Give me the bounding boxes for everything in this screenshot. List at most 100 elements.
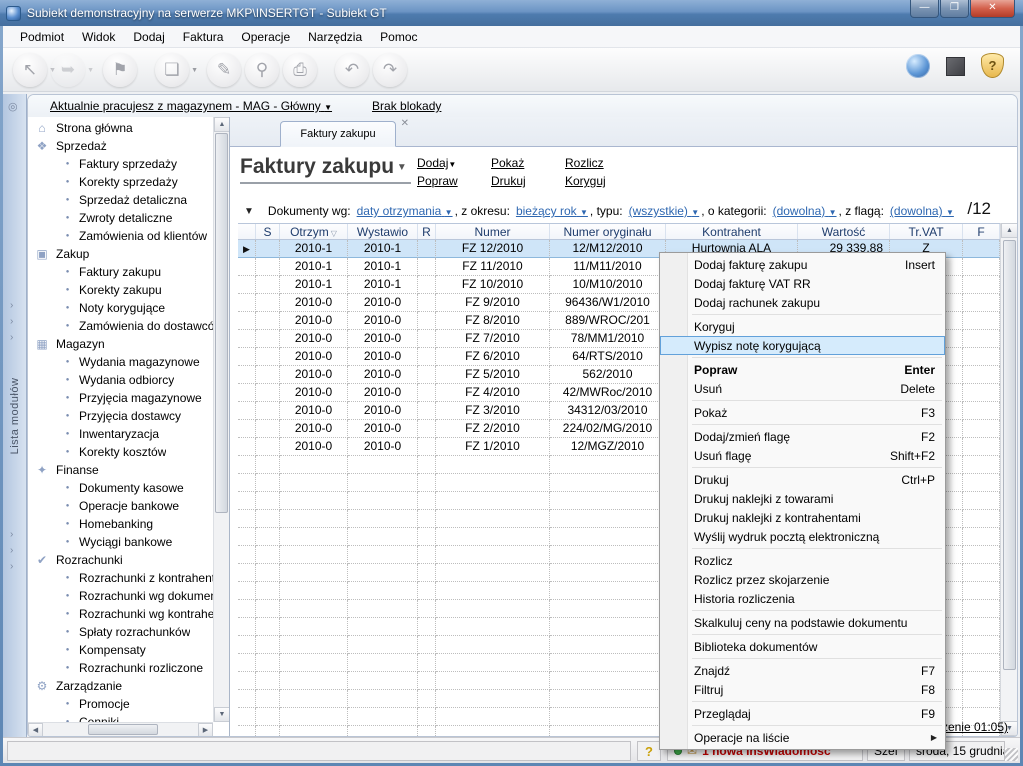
menubar-item[interactable]: Podmiot (11, 27, 73, 47)
sidebar-horizontal-scrollbar[interactable]: ◀ ▶ (28, 722, 213, 736)
context-menu-item[interactable]: Wypisz notę korygującą ▶ (660, 336, 945, 355)
menubar-item[interactable]: Operacje (232, 27, 299, 47)
sidebar-item[interactable]: ● Promocje (28, 695, 213, 713)
context-menu-item[interactable]: Usuń flagę Shift+F2 ▶ (660, 446, 945, 465)
sidebar-item[interactable]: ● Faktury sprzedaży (28, 155, 213, 173)
column-header-r[interactable]: R (418, 224, 436, 239)
sidebar-item[interactable]: ● Operacje bankowe (28, 497, 213, 515)
menubar-item[interactable]: Widok (73, 27, 124, 47)
context-menu-item[interactable]: Dodaj rachunek zakupu ▶ (660, 293, 945, 312)
new-document-icon[interactable]: ❏ ▼ (155, 53, 189, 87)
context-menu-item[interactable]: Popraw Enter ▶ (660, 360, 945, 379)
context-menu-item[interactable]: Historia rozliczenia ▶ (660, 589, 945, 608)
sidebar-item[interactable]: ⌂ Strona główna (28, 119, 213, 137)
sidebar-item[interactable]: ● Homebanking (28, 515, 213, 533)
flag-icon[interactable]: ⚑ ▼ (103, 53, 137, 87)
column-header-f[interactable]: F (963, 224, 1000, 239)
column-header-marker[interactable] (238, 224, 256, 239)
context-menu-item[interactable]: Wyślij wydruk pocztą elektroniczną ▶ (660, 527, 945, 546)
sidebar-item[interactable]: ● Korekty zakupu (28, 281, 213, 299)
sidebar-item[interactable]: ● Zamówienia od klientów (28, 227, 213, 245)
redo-arrow-icon[interactable]: ↷ ▼ (373, 53, 407, 87)
sidebar-item[interactable]: ● Wydania odbiorcy (28, 371, 213, 389)
action-link[interactable]: Drukuj ▼ (491, 174, 565, 192)
action-link[interactable]: Rozlicz ▼ (565, 156, 639, 174)
menubar-item[interactable]: Dodaj (124, 27, 173, 47)
table-vertical-scrollbar[interactable]: ▲ ▼ (1000, 223, 1017, 736)
column-header-otrzym[interactable]: Otrzym▽ (280, 224, 348, 239)
column-header-s[interactable]: S (256, 224, 280, 239)
tab-close-icon[interactable]: ✕ (401, 118, 409, 129)
context-menu-item[interactable]: Znajdź F7 ▶ (660, 661, 945, 680)
tab-faktury-zakupu[interactable]: Faktury zakupu ✕ (280, 121, 396, 147)
refresh-timer-link[interactable]: żenie 01:05) (942, 720, 1008, 734)
sidebar-item[interactable]: ● Korekty kosztów (28, 443, 213, 461)
column-header-wystawio[interactable]: Wystawio (348, 224, 418, 239)
context-menu-item[interactable]: Przeglądaj F9 ▶ (660, 704, 945, 723)
print-icon[interactable]: ⎙ ▼ (283, 53, 317, 87)
sidebar-item[interactable]: ● Noty korygujące (28, 299, 213, 317)
menubar-item[interactable]: Faktura (174, 27, 233, 47)
context-menu-item[interactable]: Drukuj Ctrl+P ▶ (660, 470, 945, 489)
column-header-kontrahent[interactable]: Kontrahent (666, 224, 798, 239)
sidebar-item[interactable]: ▣ Zakup (28, 245, 213, 263)
sidebar-item[interactable]: ● Kompensaty (28, 641, 213, 659)
action-link[interactable]: Pokaż ▼ (491, 156, 565, 174)
action-link[interactable]: Dodaj ▼ (417, 156, 491, 174)
scroll-right-icon[interactable]: ▶ (198, 723, 213, 736)
scroll-up-icon[interactable]: ▲ (1001, 223, 1017, 238)
help-button[interactable]: ? (637, 741, 661, 761)
scrollbar-thumb[interactable] (215, 133, 228, 513)
context-menu-item[interactable]: Dodaj fakturę VAT RR ▶ (660, 274, 945, 293)
context-menu-item[interactable]: Usuń Delete ▶ (660, 379, 945, 398)
sidebar-item[interactable]: ● Przyjęcia magazynowe (28, 389, 213, 407)
context-menu-item[interactable]: Drukuj naklejki z towarami ▶ (660, 489, 945, 508)
sidebar-item[interactable]: ❖ Sprzedaż (28, 137, 213, 155)
filter-caret-icon[interactable]: ▼ (244, 206, 254, 217)
scroll-left-icon[interactable]: ◀ (28, 723, 43, 736)
dropdown-caret-icon[interactable]: ▼ (191, 67, 198, 74)
sidebar-item[interactable]: ● Cenniki (28, 713, 213, 722)
forward-arrow-icon[interactable]: ➥ ▼ (51, 53, 85, 87)
package-cube-icon[interactable] (946, 57, 965, 76)
sidebar-item[interactable]: ● Zwroty detaliczne (28, 209, 213, 227)
context-menu-item[interactable]: Pokaż F3 ▶ (660, 403, 945, 422)
page-title[interactable]: Faktury zakupu ▼ (240, 155, 411, 184)
sidebar-item[interactable]: ● Rozrachunki wg dokumen (28, 587, 213, 605)
context-menu-item[interactable]: Filtruj F8 ▶ (660, 680, 945, 699)
title-bar[interactable]: Subiekt demonstracyjny na serwerze MKP\I… (0, 0, 1023, 26)
action-link[interactable]: Popraw ▼ (417, 174, 491, 192)
context-menu-item[interactable]: Biblioteka dokumentów ▶ (660, 637, 945, 656)
minimize-button[interactable]: — (910, 0, 939, 18)
sidebar-item[interactable]: ● Przyjęcia dostawcy (28, 407, 213, 425)
warehouse-link[interactable]: Aktualnie pracujesz z magazynem - MAG - … (50, 99, 332, 113)
sidebar-item[interactable]: ● Wyciągi bankowe (28, 533, 213, 551)
filter-flag-link[interactable]: (dowolna) ▼ (890, 204, 954, 218)
maximize-button[interactable]: ❐ (940, 0, 969, 18)
help-shield-icon[interactable]: ? (981, 53, 1004, 78)
pointer-arrow-icon[interactable]: ↖ ▼ (13, 53, 47, 87)
sidebar-item[interactable]: ● Inwentaryzacja (28, 425, 213, 443)
menubar-item[interactable]: Narzędzia (299, 27, 371, 47)
sidebar-item[interactable]: ● Rozrachunki wg kontraher (28, 605, 213, 623)
context-menu-item[interactable]: Dodaj/zmień flagę F2 ▶ (660, 427, 945, 446)
sidebar-item[interactable]: ● Korekty sprzedaży (28, 173, 213, 191)
preview-document-icon[interactable]: ⚲ ▼ (245, 53, 279, 87)
module-strip[interactable]: ◎ › › › Lista modułów › › › (3, 94, 27, 737)
pushpin-icon[interactable]: ◎ (8, 100, 18, 113)
filter-period-link[interactable]: bieżący rok ▼ (516, 204, 588, 218)
action-link[interactable]: Koryguj ▼ (565, 174, 639, 192)
undo-arrow-icon[interactable]: ↶ ▼ (335, 53, 369, 87)
context-menu-item[interactable]: Operacje na liście ▶ (660, 728, 945, 747)
sidebar-vertical-scrollbar[interactable]: ▲ ▼ (213, 117, 229, 722)
context-menu-item[interactable]: Drukuj naklejki z kontrahentami ▶ (660, 508, 945, 527)
context-menu-item[interactable]: Rozlicz ▶ (660, 551, 945, 570)
sidebar-item[interactable]: ● Spłaty rozrachunków (28, 623, 213, 641)
filter-by-link[interactable]: daty otrzymania ▼ (357, 204, 453, 218)
sidebar-item[interactable]: ● Sprzedaż detaliczna (28, 191, 213, 209)
scrollbar-thumb[interactable] (88, 724, 158, 735)
filter-type-link[interactable]: (wszystkie) ▼ (629, 204, 700, 218)
sidebar-item[interactable]: ● Dokumenty kasowe (28, 479, 213, 497)
sidebar-item[interactable]: ● Rozrachunki z kontrahente (28, 569, 213, 587)
column-header-numer[interactable]: Numer (436, 224, 550, 239)
